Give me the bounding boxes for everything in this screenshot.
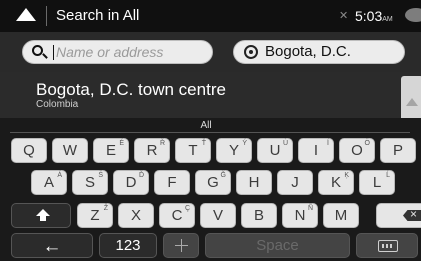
clock: 5:03AM (355, 8, 393, 24)
key-accent-label: Ç (184, 205, 190, 212)
key-n[interactable]: NÑ (282, 203, 318, 228)
key-i[interactable]: IÍ (298, 138, 334, 163)
key-label: Q (23, 142, 35, 159)
key-c[interactable]: CÇ (159, 203, 195, 228)
keyboard-icon (378, 240, 398, 252)
location-target-icon (244, 45, 258, 59)
key-t[interactable]: TŤ (175, 138, 211, 163)
keyboard: All Q W EÉRŘTŤYÝUÙIÍOÖ P AÁSŠDĎ F GĞ H J KĶLĹ ZŽ X C… (0, 118, 421, 261)
key-j[interactable]: J (277, 170, 313, 195)
key-u[interactable]: UÙ (257, 138, 293, 163)
clock-ampm: AM (382, 16, 393, 23)
key-label: M (334, 207, 348, 224)
left-arrow-icon: ← (42, 236, 62, 257)
key-b[interactable]: B (241, 203, 277, 228)
key-z[interactable]: ZŽ (77, 203, 113, 228)
key-k[interactable]: KĶ (318, 170, 354, 195)
key-w[interactable]: W (52, 138, 88, 163)
key-label: P (392, 142, 403, 159)
signal-off-icon: ✕ (339, 10, 349, 22)
numbers-key-label: 123 (115, 237, 141, 254)
key-label: H (248, 174, 260, 191)
shift-key[interactable] (11, 203, 71, 228)
key-accent-label: Ď (138, 172, 144, 179)
space-key-label: Space (256, 237, 299, 254)
key-q[interactable]: Q (11, 138, 47, 163)
title-bar: Search in All ✕ 5:03AM (0, 0, 421, 32)
key-accent-label: Ö (364, 140, 370, 147)
key-label: F (167, 174, 177, 191)
search-input[interactable] (56, 43, 206, 61)
key-p[interactable]: P (380, 138, 416, 163)
key-r[interactable]: RŘ (134, 138, 170, 163)
backspace-key[interactable] (376, 203, 421, 228)
chat-bubble-icon[interactable] (405, 8, 421, 22)
key-d[interactable]: DĎ (113, 170, 149, 195)
key-accent-label: Ĺ (386, 172, 390, 179)
city-selector-button[interactable]: Bogota, D.C. (233, 40, 405, 64)
key-accent-label: Ř (159, 140, 165, 147)
key-f[interactable]: F (154, 170, 190, 195)
result-item[interactable]: Bogota, D.C. town centre Colombia (0, 72, 421, 118)
back-arrow-icon[interactable] (16, 8, 36, 21)
key-accent-label: Š (98, 172, 103, 179)
key-o[interactable]: OÖ (339, 138, 375, 163)
page-title: Search in All (56, 7, 140, 24)
key-label: B (253, 207, 264, 224)
space-key[interactable]: Space (205, 233, 350, 258)
key-m[interactable]: M (323, 203, 359, 228)
key-accent-label: Ž (103, 205, 108, 212)
backspace-icon (403, 210, 421, 221)
key-accent-label: Ķ (344, 172, 349, 179)
key-accent-label: É (119, 140, 124, 147)
keyboard-layout-label: All (200, 120, 212, 131)
key-g[interactable]: GĞ (195, 170, 231, 195)
result-subtitle: Colombia (36, 99, 79, 110)
key-v[interactable]: V (200, 203, 236, 228)
key-s[interactable]: SŠ (72, 170, 108, 195)
hide-keyboard-key[interactable] (356, 233, 418, 258)
key-accent-label: Á (57, 172, 62, 179)
key-accent-label: Ğ (220, 172, 226, 179)
key-l[interactable]: LĹ (359, 170, 395, 195)
keyboard-divider (10, 132, 410, 133)
numbers-key[interactable]: 123 (99, 233, 157, 258)
language-key[interactable] (163, 233, 199, 258)
key-label: J (291, 174, 299, 191)
key-accent-label: Ñ (307, 205, 313, 212)
key-e[interactable]: EÉ (93, 138, 129, 163)
key-accent-label: Í (327, 140, 329, 147)
key-h[interactable]: H (236, 170, 272, 195)
key-x[interactable]: X (118, 203, 154, 228)
search-icon-handle (42, 53, 48, 59)
city-label: Bogota, D.C. (265, 43, 351, 60)
key-label: V (212, 207, 223, 224)
search-field[interactable] (22, 40, 213, 64)
clock-time: 5:03 (355, 8, 383, 24)
title-separator (46, 6, 47, 26)
result-title: Bogota, D.C. town centre (36, 80, 226, 99)
key-a[interactable]: AÁ (31, 170, 67, 195)
text-caret (53, 45, 54, 60)
screen: Search in All ✕ 5:03AM Bogota, D.C. Bogo… (0, 0, 421, 261)
key-accent-label: Ť (201, 140, 206, 147)
key-accent-label: Ù (282, 140, 288, 147)
key-label: X (130, 207, 141, 224)
keyboard-back-key[interactable]: ← (11, 233, 93, 258)
search-row: Bogota, D.C. (0, 32, 421, 72)
key-label: W (62, 142, 78, 159)
key-accent-label: Ý (242, 140, 247, 147)
key-y[interactable]: YÝ (216, 138, 252, 163)
globe-icon (175, 239, 188, 252)
shift-icon (36, 209, 50, 221)
